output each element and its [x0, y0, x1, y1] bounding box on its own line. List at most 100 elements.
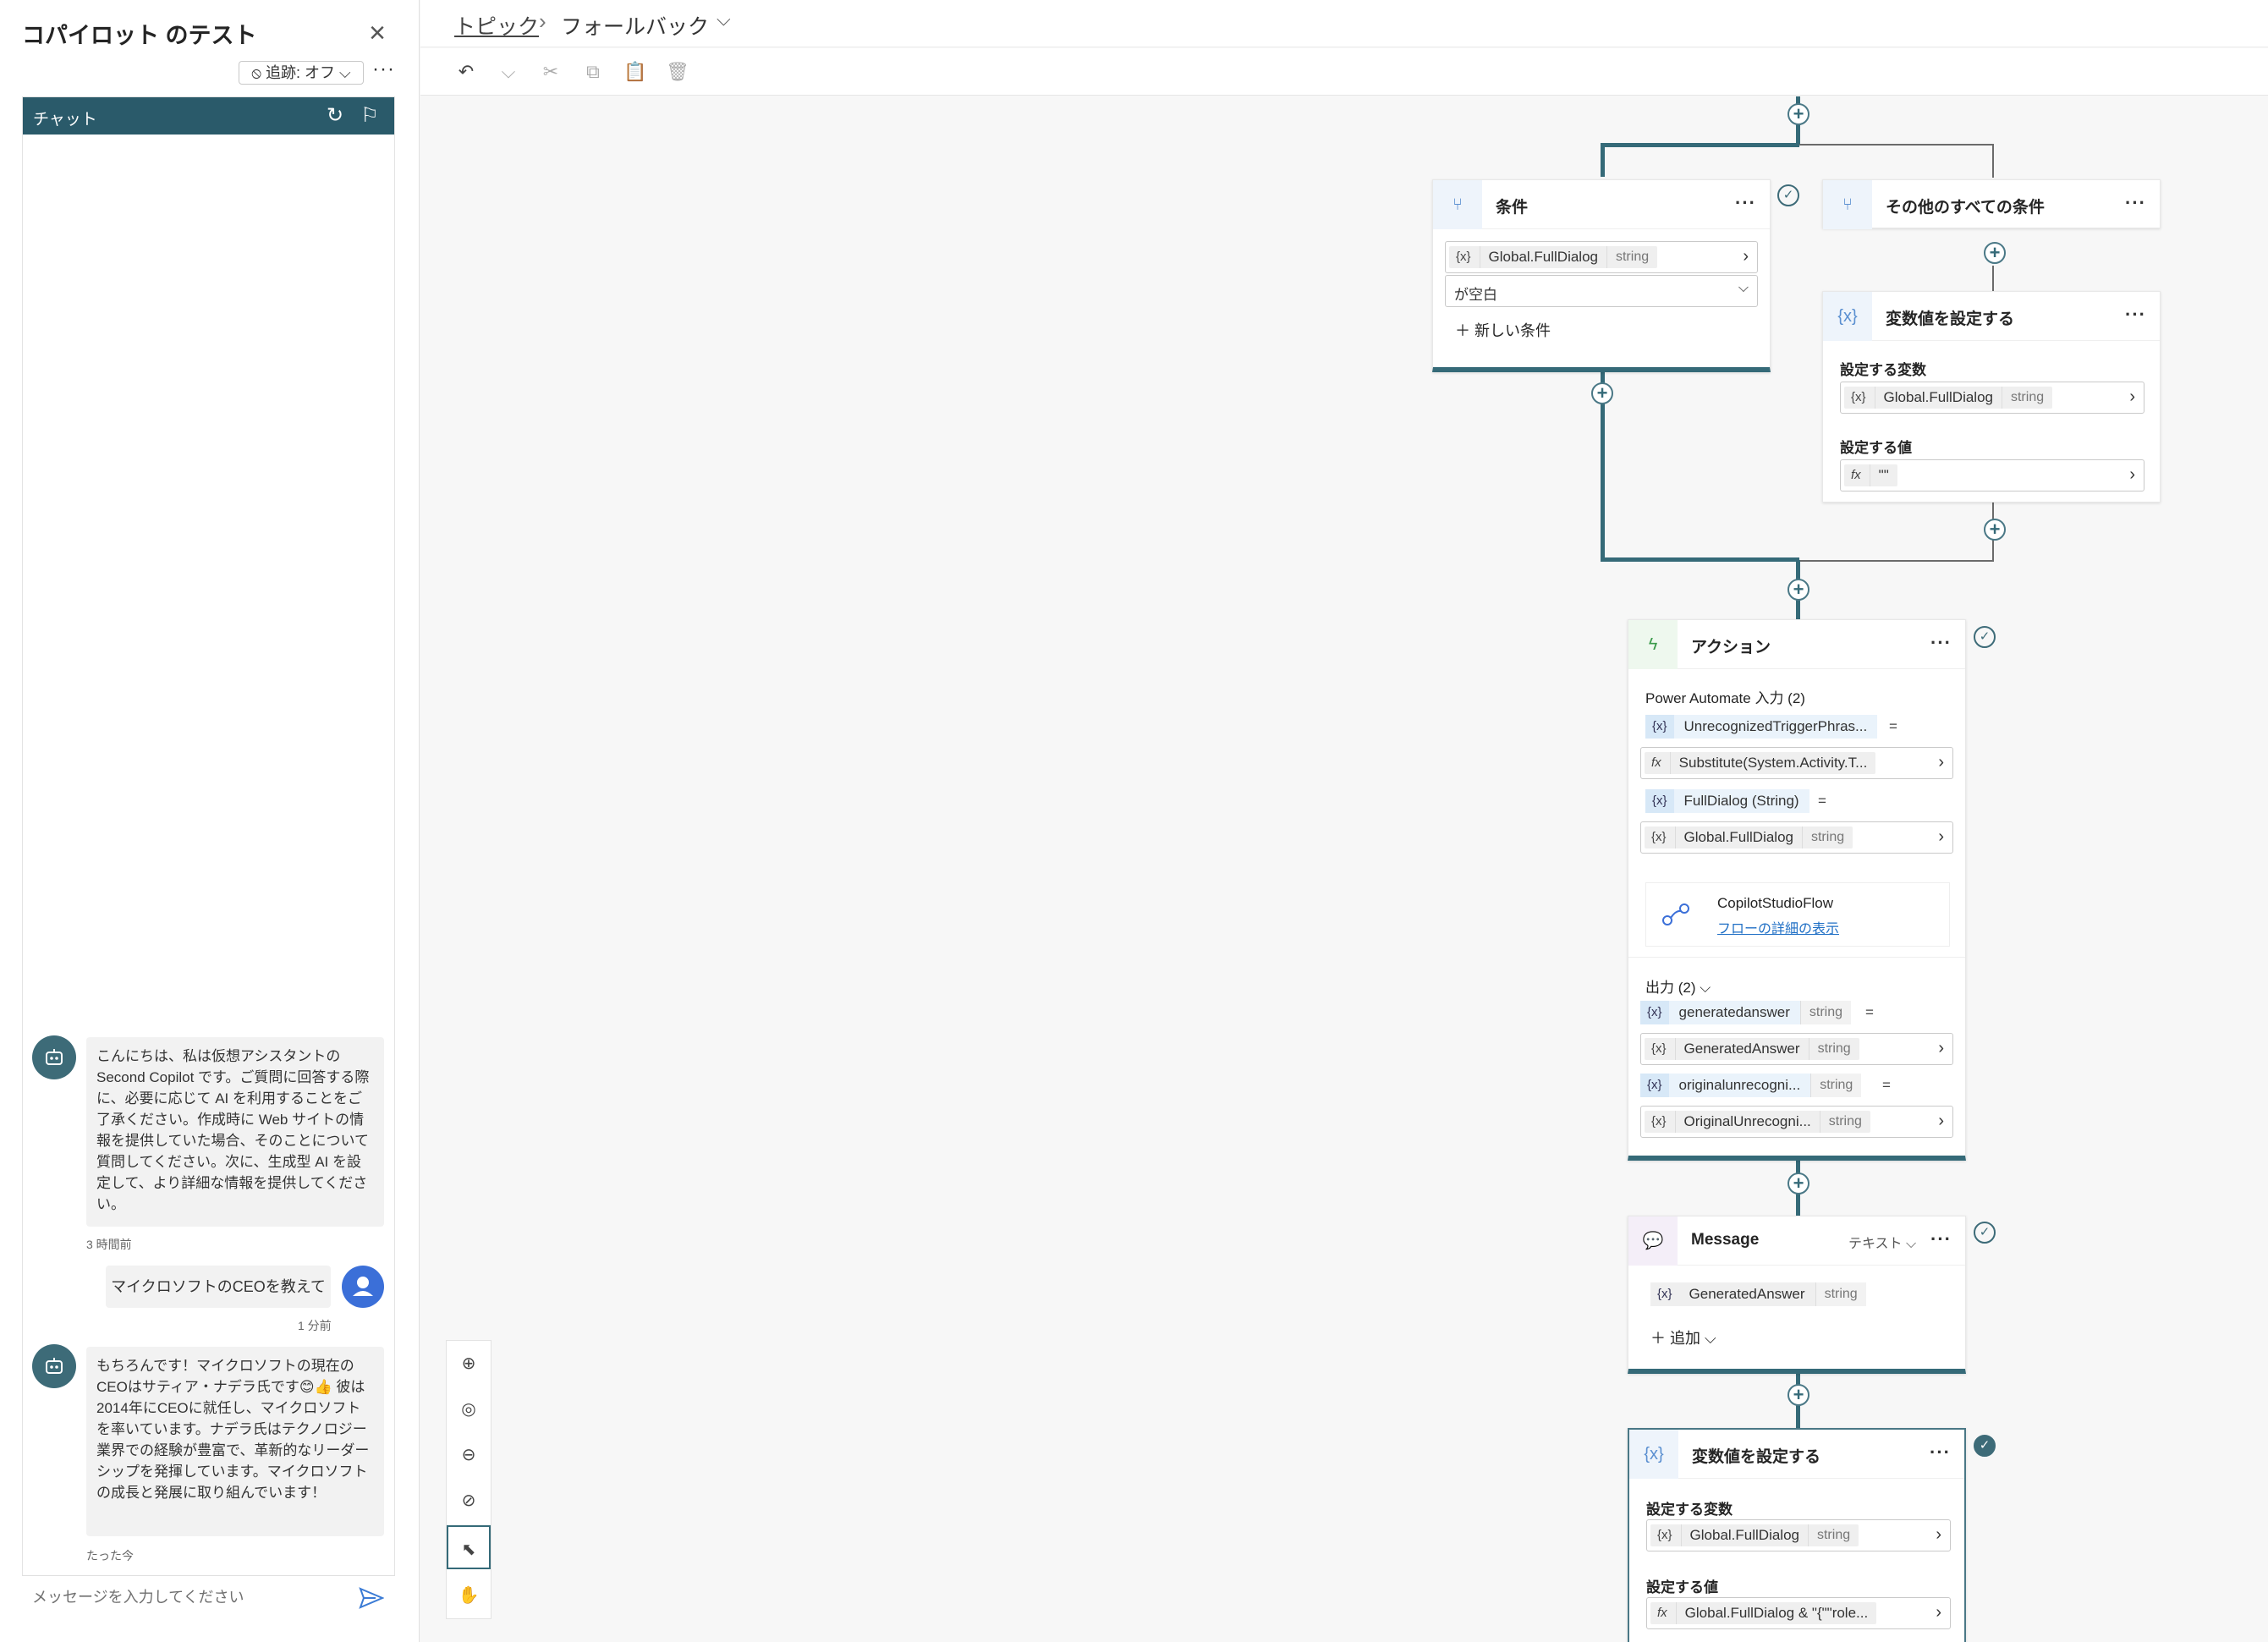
condition-node-title: 条件: [1496, 199, 1529, 217]
flow-details-link[interactable]: フローの詳細の表示: [1717, 917, 1839, 937]
recenter-icon[interactable]: ◎: [447, 1387, 491, 1432]
else-condition-node[interactable]: ⑂ その他のすべての条件 ···: [1822, 179, 2161, 229]
status-check-icon: ✓: [1974, 626, 1996, 648]
more-options-icon[interactable]: ···: [372, 58, 395, 81]
pan-hand-icon[interactable]: ✋: [447, 1573, 491, 1618]
zoom-out-icon[interactable]: ⊖: [447, 1432, 491, 1478]
copilot-studio-app: コパイロット のテスト × ⦸ 追跡: オフ ⌵ ··· チャット ↻ ⚐ こん…: [0, 0, 2268, 1642]
input-param-chip[interactable]: {x} FullDialog (String): [1645, 789, 1809, 813]
canvas-toolbar: ↶ ⌵ ✂ ⧉ 📋 🗑: [420, 48, 2268, 96]
status-check-icon: ✓: [1974, 1222, 1996, 1244]
chevron-right-icon: ›: [2129, 387, 2135, 406]
variable-field[interactable]: {x} Global.FullDialog string ›: [1840, 382, 2144, 414]
message-variable-chip[interactable]: {x} GeneratedAnswer string: [1650, 1282, 1866, 1306]
output-variable-field[interactable]: {x} GeneratedAnswer string ›: [1640, 1033, 1953, 1065]
bot-icon: [46, 1358, 63, 1374]
breadcrumb-separator-icon: ›: [539, 8, 546, 34]
chevron-right-icon: ›: [1938, 827, 1944, 846]
bot-icon: [46, 1049, 63, 1065]
branch-icon: ⑂: [1433, 180, 1482, 229]
add-message-button[interactable]: ＋ 追加 ⌵: [1650, 1326, 1716, 1348]
select-pointer-icon[interactable]: ⬉: [447, 1525, 491, 1569]
chevron-down-icon[interactable]: ⌵: [717, 8, 731, 30]
more-options-icon[interactable]: ···: [1930, 1228, 1952, 1250]
input-value-field[interactable]: fx Substitute(System.Activity.T... ›: [1640, 747, 1953, 779]
test-pane-title: コパイロット のテスト: [22, 23, 257, 48]
add-node-button[interactable]: +: [1984, 519, 2006, 541]
chevron-down-icon[interactable]: ⌵: [497, 60, 520, 84]
zoom-in-icon[interactable]: ⊕: [447, 1341, 491, 1387]
cut-icon[interactable]: ✂: [539, 60, 563, 84]
chevron-right-icon: ›: [1938, 1112, 1944, 1130]
inputs-label: Power Automate 入力 (2): [1645, 690, 1805, 706]
variable-field[interactable]: {x} Global.FullDialog string ›: [1646, 1519, 1951, 1551]
output-param-chip[interactable]: {x} originalunrecogni... string: [1640, 1074, 1862, 1097]
message-node[interactable]: 💬 Message テキスト ⌵ ··· {x} GeneratedAnswer s…: [1628, 1216, 1966, 1374]
more-options-icon[interactable]: ···: [1930, 632, 1952, 654]
close-icon[interactable]: ×: [364, 19, 391, 47]
add-node-button[interactable]: +: [1787, 103, 1809, 125]
message-type-select[interactable]: テキスト ⌵: [1848, 1232, 1916, 1252]
connector-line: [1799, 144, 1994, 146]
message-input[interactable]: [22, 1575, 395, 1619]
value-to-set-label: 設定する値: [1646, 1579, 1718, 1595]
copy-icon[interactable]: ⧉: [581, 60, 605, 84]
add-node-button[interactable]: +: [1787, 1384, 1809, 1406]
connector-line: [1601, 143, 1799, 147]
set-variable-node[interactable]: {x} 変数値を設定する ··· 設定する変数 {x} Global.FullDi…: [1822, 291, 2161, 502]
chevron-right-icon: ›: [2129, 465, 2135, 484]
canvas-zoom-controls: ⊕ ◎ ⊖ ⊘ ⬉ ✋: [446, 1340, 491, 1619]
new-condition-button[interactable]: ＋ 新しい条件: [1455, 319, 1551, 341]
flag-icon[interactable]: ⚐: [358, 104, 382, 128]
tracking-toggle-button[interactable]: ⦸ 追跡: オフ ⌵: [239, 61, 364, 85]
value-to-set-label: 設定する値: [1840, 440, 1912, 456]
value-field[interactable]: fx "" ›: [1840, 459, 2144, 492]
minimap-off-icon[interactable]: ⊘: [447, 1478, 491, 1524]
condition-operator-select[interactable]: が空白 ⌵: [1445, 275, 1758, 307]
branch-icon: ⑂: [1823, 180, 1872, 229]
refresh-icon[interactable]: ↻: [323, 104, 347, 128]
chevron-down-icon: ⌵: [1738, 281, 1749, 295]
connector-line: [1992, 266, 1994, 291]
input-param-chip[interactable]: {x} UnrecognizedTriggerPhras...: [1645, 715, 1878, 739]
chevron-right-icon: ›: [1938, 1039, 1944, 1057]
chevron-right-icon: ›: [1938, 753, 1944, 772]
output-param-chip[interactable]: {x} generatedanswer string: [1640, 1001, 1852, 1024]
send-icon[interactable]: [359, 1587, 384, 1609]
formula-icon: fx: [1645, 752, 1671, 774]
test-pane: コパイロット のテスト × ⦸ 追跡: オフ ⌵ ··· チャット ↻ ⚐ こん…: [0, 0, 420, 1642]
set-variable-title: 変数値を設定する: [1692, 1448, 1821, 1466]
undo-icon[interactable]: ↶: [454, 60, 478, 84]
condition-node[interactable]: ⑂ 条件 ··· {x} Global.FullDialog string › が空…: [1432, 179, 1771, 372]
bot-message: こんにちは、私は仮想アシスタントの Second Copilot です。ご質問に…: [86, 1037, 384, 1227]
variable-to-set-label: 設定する変数: [1646, 1502, 1733, 1518]
value-field[interactable]: fx Global.FullDialog & "{""role... ›: [1646, 1597, 1951, 1629]
output-variable-field[interactable]: {x} OriginalUnrecogni... string ›: [1640, 1106, 1953, 1138]
connector-line: [1992, 144, 1994, 178]
variable-icon: {x}: [1449, 246, 1480, 268]
add-node-button[interactable]: +: [1984, 242, 2006, 264]
formula-icon: fx: [1650, 1602, 1677, 1624]
outputs-label[interactable]: 出力 (2) ⌵: [1645, 975, 1711, 997]
flow-card[interactable]: CopilotStudioFlow フローの詳細の表示: [1645, 882, 1950, 947]
add-node-button[interactable]: +: [1591, 382, 1613, 404]
more-options-icon[interactable]: ···: [1930, 1442, 1951, 1464]
chevron-right-icon: ›: [1936, 1603, 1941, 1622]
paste-icon[interactable]: 📋: [623, 60, 647, 84]
breadcrumb-topics-link[interactable]: トピック: [454, 10, 539, 41]
chevron-right-icon: ›: [1743, 247, 1749, 266]
status-check-icon: ✓: [1974, 1435, 1996, 1457]
add-node-button[interactable]: +: [1787, 579, 1809, 601]
connector-line: [1601, 557, 1799, 562]
message-timestamp: たった今: [86, 1549, 134, 1562]
more-options-icon[interactable]: ···: [2125, 192, 2146, 214]
more-options-icon[interactable]: ···: [2125, 304, 2146, 326]
delete-icon[interactable]: 🗑: [666, 60, 689, 84]
input-value-field[interactable]: {x} Global.FullDialog string ›: [1640, 821, 1953, 854]
action-node[interactable]: ϟ アクション ··· Power Automate 入力 (2) {x} Unr…: [1628, 619, 1966, 1161]
connector-line: [1799, 560, 1994, 562]
condition-variable-field[interactable]: {x} Global.FullDialog string ›: [1445, 241, 1758, 273]
set-variable-node[interactable]: {x} 変数値を設定する ··· 設定する変数 {x} Global.FullDi…: [1628, 1428, 1966, 1642]
more-options-icon[interactable]: ···: [1735, 192, 1756, 214]
add-node-button[interactable]: +: [1787, 1172, 1809, 1194]
